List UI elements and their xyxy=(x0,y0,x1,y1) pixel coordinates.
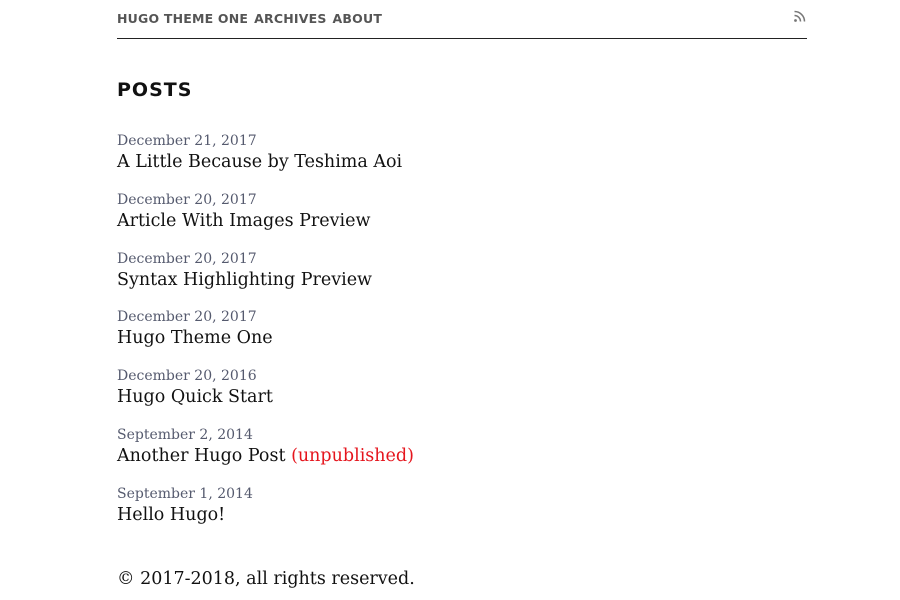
post-item: December 21, 2017 A Little Because by Te… xyxy=(117,131,414,190)
site-title-link[interactable]: HUGO THEME ONE xyxy=(117,11,248,26)
post-list: December 21, 2017 A Little Because by Te… xyxy=(117,131,414,543)
post-date: December 21, 2017 xyxy=(117,133,257,149)
post-item: December 20, 2016 Hugo Quick Start xyxy=(117,366,414,425)
post-date: December 20, 2016 xyxy=(117,368,257,385)
post-title-link[interactable]: Syntax Highlighting Preview xyxy=(117,269,414,291)
post-item: December 20, 2017 Syntax Highlighting Pr… xyxy=(117,249,414,308)
rss-icon[interactable] xyxy=(793,9,807,23)
post-item: December 20, 2017 Article With Images Pr… xyxy=(117,190,414,249)
post-title-text: Article With Images Preview xyxy=(117,210,371,231)
post-date: September 2, 2014 xyxy=(117,426,253,443)
post-item: September 1, 2014 Hello Hugo! xyxy=(117,484,414,543)
nav-item-archives[interactable]: ARCHIVES xyxy=(254,11,326,26)
post-item: December 20, 2017 Hugo Theme One xyxy=(117,307,414,366)
unpublished-badge: (unpublished) xyxy=(291,445,414,466)
footer-copyright: © 2017-2018, all rights reserved. xyxy=(117,569,415,589)
post-title-text: Hello Hugo! xyxy=(117,504,226,525)
nav-item-about[interactable]: ABOUT xyxy=(333,11,383,26)
section-title: POSTS xyxy=(117,79,193,101)
post-item: September 2, 2014 Another Hugo Post (unp… xyxy=(117,425,414,484)
post-title-text: Hugo Quick Start xyxy=(117,387,273,408)
post-title-link[interactable]: Article With Images Preview xyxy=(117,210,414,232)
post-title-text: Syntax Highlighting Preview xyxy=(117,269,373,290)
main-nav: HUGO THEME ONE ARCHIVES ABOUT xyxy=(117,11,382,26)
post-title-text: Hugo Theme One xyxy=(117,328,273,349)
post-title-link[interactable]: Hugo Theme One xyxy=(117,327,414,349)
post-date: December 20, 2017 xyxy=(117,250,257,267)
post-date: December 20, 2017 xyxy=(117,191,257,208)
post-title-text: A Little Because by Teshima Aoi xyxy=(117,152,403,172)
top-navigation: HUGO THEME ONE ARCHIVES ABOUT xyxy=(117,0,807,39)
post-title-link[interactable]: A Little Because by Teshima Aoi xyxy=(117,151,414,173)
page-container: HUGO THEME ONE ARCHIVES ABOUT POSTS Dece… xyxy=(117,0,807,589)
post-date: December 20, 2017 xyxy=(117,309,257,326)
post-title-text: Another Hugo Post xyxy=(117,445,286,466)
post-title-link[interactable]: Another Hugo Post (unpublished) xyxy=(117,445,414,467)
post-title-link[interactable]: Hello Hugo! xyxy=(117,504,414,526)
post-title-link[interactable]: Hugo Quick Start xyxy=(117,386,414,408)
post-date: September 1, 2014 xyxy=(117,485,253,502)
